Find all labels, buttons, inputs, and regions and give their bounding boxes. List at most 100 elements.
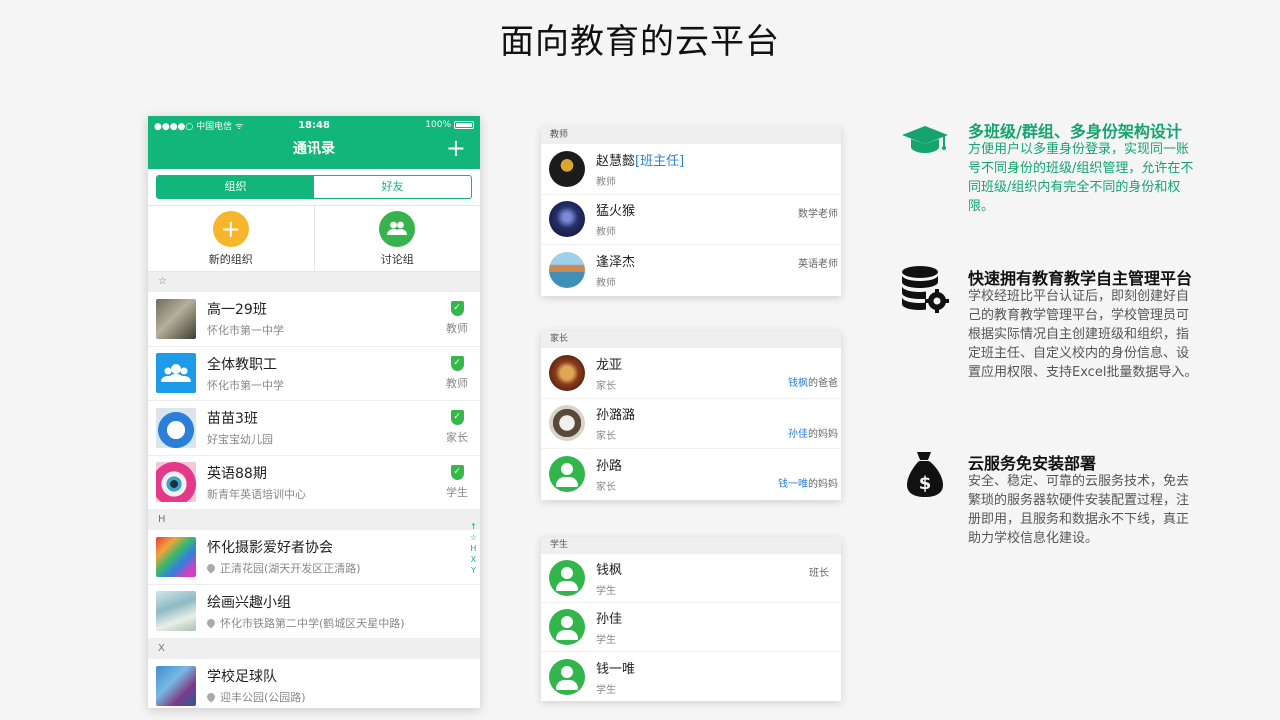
list-item[interactable]: 英语88期 新青年英语培训中心 ✓ 学生 <box>148 456 480 510</box>
course-avatar <box>156 462 196 503</box>
list-item[interactable]: 高一29班 怀化市第一中学 ✓ 教师 <box>148 292 480 347</box>
contact-name: 龙亚 <box>596 357 623 373</box>
student-card: 学生 钱枫 学生 班长 孙佳 学生 钱一唯 学生 <box>541 537 841 701</box>
contact-name: 钱一唯 <box>596 661 636 677</box>
teacher-card: 教师 赵慧懿[班主任] 教师 猛火猴 教师 数学老师 逢泽杰 教师 英语老师 <box>541 127 841 296</box>
verified-shield-icon: ✓ <box>450 301 464 317</box>
item-subtitle: 怀化市第一中学 <box>207 378 284 392</box>
item-name: 学校足球队 <box>207 669 277 686</box>
contact-name: 孙潞潞 <box>596 408 636 424</box>
default-avatar-icon <box>549 609 585 645</box>
list-item[interactable]: 怀化摄影爱好者协会 正清花园(湖天开发区正清路) <box>148 530 480 585</box>
contact-avatar <box>549 252 585 289</box>
contact-avatar <box>549 405 585 442</box>
contact-row[interactable]: 钱枫 学生 班长 <box>541 554 841 603</box>
item-name: 全体教职工 <box>207 356 277 373</box>
contact-row[interactable]: 孙潞潞 家长 孙佳的妈妈 <box>541 399 841 449</box>
verified-shield-icon: ✓ <box>450 410 464 426</box>
card-header: 学生 <box>541 537 841 554</box>
contact-name: 孙路 <box>596 459 623 475</box>
index-star[interactable]: ☆ <box>470 532 477 543</box>
feature-cloud-deploy: $ 云服务免安装部署 安全、稳定、可靠的云服务技术，免去繁琐的服务器软硬件安装配… <box>900 450 1200 550</box>
feature-title: 快速拥有教育教学自主管理平台 <box>968 269 1193 288</box>
quick-actions: + 新的组织 讨论组 <box>148 206 480 272</box>
tab-friends[interactable]: 好友 <box>314 176 471 198</box>
card-header: 教师 <box>541 127 841 144</box>
discussion-group-button[interactable]: 讨论组 <box>315 206 481 271</box>
section-header-x: X <box>148 639 480 659</box>
painting-group-avatar <box>156 591 196 632</box>
staff-group-avatar <box>156 353 196 394</box>
contact-name: 钱枫 <box>596 563 623 578</box>
contact-avatar <box>549 354 585 391</box>
default-avatar-icon <box>549 658 585 695</box>
item-location: 怀化市铁路第二中学(鹤城区天星中路) <box>220 616 405 630</box>
contact-role: 教师 <box>596 176 616 188</box>
index-h[interactable]: H <box>470 543 477 554</box>
plus-circle-icon: + <box>212 210 249 247</box>
contact-row[interactable]: 孙路 家长 钱一唯的妈妈 <box>541 449 841 500</box>
class-avatar <box>156 407 196 448</box>
section-header-h: H <box>148 510 480 530</box>
list-item[interactable]: 苗苗3班 好宝宝幼儿园 ✓ 家长 <box>148 401 480 456</box>
relation-suffix: 的妈妈 <box>808 479 838 490</box>
location-pin-icon <box>205 617 217 629</box>
section-header-starred: ☆ <box>148 272 480 292</box>
contact-role: 教师 <box>596 278 616 290</box>
group-icon <box>379 210 416 247</box>
subject-label: 英语老师 <box>798 259 838 270</box>
head-teacher-tag: [班主任] <box>635 153 685 169</box>
item-subtitle: 怀化市第一中学 <box>207 324 284 338</box>
verified-shield-icon: ✓ <box>450 464 464 480</box>
football-team-avatar <box>156 665 196 706</box>
child-link[interactable]: 钱枫 <box>788 378 808 389</box>
index-x[interactable]: X <box>470 554 477 565</box>
page-title: 面向教育的云平台 <box>500 22 780 62</box>
new-organization-label: 新的组织 <box>208 252 253 266</box>
discussion-group-label: 讨论组 <box>380 252 414 266</box>
new-organization-button[interactable]: + 新的组织 <box>148 206 315 271</box>
status-bar: ●●●●○ 中国电信 ᯤ 18:48 100% <box>148 116 480 134</box>
card-header: 家长 <box>541 331 841 348</box>
feature-title: 多班级/群组、多身份架构设计 <box>968 122 1182 141</box>
subject-label: 数学老师 <box>798 208 838 220</box>
alphabet-index[interactable]: ↑ ☆ H X Y <box>470 521 477 576</box>
position-label: 班长 <box>809 568 829 579</box>
photo-club-avatar <box>156 536 196 577</box>
item-location: 正清花园(湖天开发区正清路) <box>220 562 361 576</box>
database-gear-icon <box>900 265 950 315</box>
contact-role: 教师 <box>596 227 616 239</box>
item-subtitle: 新青年英语培训中心 <box>207 487 306 501</box>
feature-description: 学校经班比平台认证后，即刻创建好自己的教育教学管理平台，学校管理员可根据实际情况… <box>968 289 1198 380</box>
index-top[interactable]: ↑ <box>470 521 477 532</box>
list-item[interactable]: 学校足球队 迎丰公园(公园路) <box>148 659 480 708</box>
add-button[interactable]: + <box>446 136 466 160</box>
parent-card: 家长 龙亚 家长 钱枫的爸爸 孙潞潞 家长 孙佳的妈妈 孙路 家长 钱一唯的妈妈 <box>541 331 841 500</box>
contact-row[interactable]: 逢泽杰 教师 英语老师 <box>541 245 841 296</box>
contact-row[interactable]: 赵慧懿[班主任] 教师 <box>541 144 841 195</box>
contact-name: 赵慧懿 <box>596 153 636 169</box>
feature-description: 方便用户以多重身份登录，实现同一账号不同身份的班级/组织管理，允许在不同班级/组… <box>968 142 1194 214</box>
graduation-cap-icon <box>900 118 950 168</box>
tab-organization[interactable]: 组织 <box>157 176 314 198</box>
item-role: 教师 <box>446 376 468 390</box>
location-pin-icon <box>205 691 217 703</box>
index-y[interactable]: Y <box>470 565 477 576</box>
contact-row[interactable]: 龙亚 家长 钱枫的爸爸 <box>541 348 841 399</box>
contact-row[interactable]: 钱一唯 学生 <box>541 652 841 701</box>
relation-suffix: 的爸爸 <box>808 378 838 389</box>
contact-row[interactable]: 孙佳 学生 <box>541 603 841 652</box>
list-item[interactable]: 绘画兴趣小组 怀化市铁路第二中学(鹤城区天星中路) <box>148 585 480 639</box>
list-item[interactable]: 全体教职工 怀化市第一中学 ✓ 教师 <box>148 347 480 401</box>
contact-role: 家长 <box>596 380 616 392</box>
feature-title: 云服务免安装部署 <box>968 454 1097 473</box>
phone-mockup: ●●●●○ 中国电信 ᯤ 18:48 100% 通讯录 + 组织 好友 + 新的… <box>148 116 480 708</box>
default-avatar-icon <box>549 456 585 493</box>
money-bag-icon: $ <box>900 450 950 500</box>
status-time: 18:48 <box>298 119 330 131</box>
group-avatar <box>156 298 196 339</box>
child-link[interactable]: 钱一唯 <box>778 479 808 490</box>
child-link[interactable]: 孙佳 <box>788 429 808 440</box>
contact-row[interactable]: 猛火猴 教师 数学老师 <box>541 195 841 245</box>
item-role: 家长 <box>446 431 468 445</box>
